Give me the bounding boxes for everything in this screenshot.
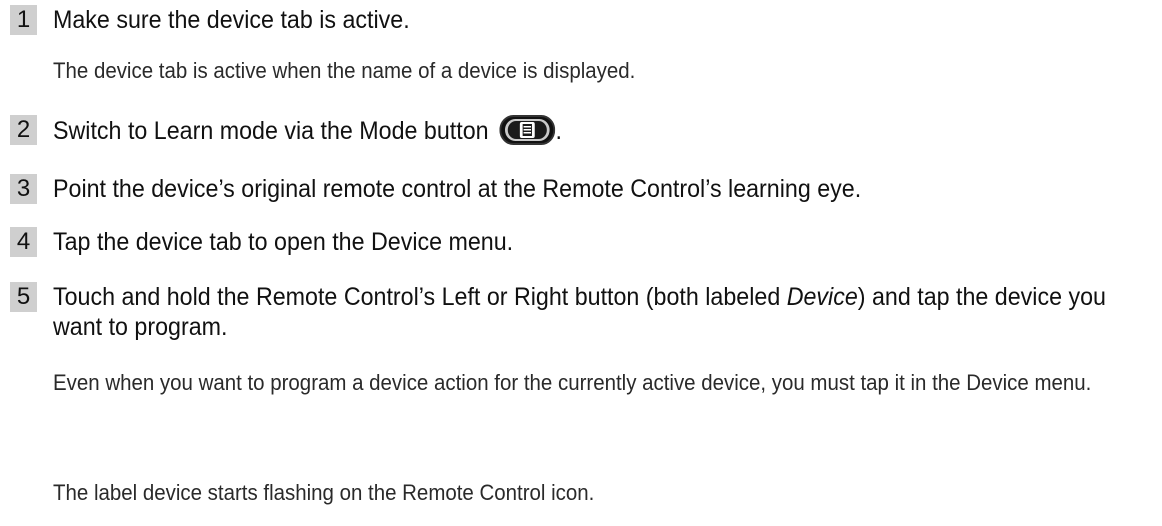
step-text: Tap the device tab to open the Device me… (53, 228, 514, 256)
step-text: Switch to Learn mode via the Mode button… (53, 115, 562, 152)
step-4: 4 Tap the device tab to open the Device … (10, 227, 548, 257)
step-5-text-emphasis: Device (786, 283, 858, 311)
mode-button-icon (499, 115, 556, 152)
step-5-note-2: The label device starts flashing on the … (53, 480, 595, 505)
step-number: 2 (10, 115, 37, 145)
step-text: Make sure the device tab is active. (53, 6, 410, 34)
step-3: 3 Point the device’s original remote con… (10, 174, 922, 204)
step-5-text-before: Touch and hold the Remote Control’s Left… (53, 283, 787, 311)
step-2-suffix: . (555, 117, 562, 145)
step-number: 4 (10, 227, 37, 257)
step-1-note: The device tab is active when the name o… (53, 58, 636, 83)
step-2-label: Switch to Learn mode via the Mode button (53, 117, 489, 145)
step-2: 2 Switch to Learn mode via the Mode butt… (10, 115, 600, 152)
step-1: 1 Make sure the device tab is active. (10, 5, 437, 35)
step-text: Touch and hold the Remote Control’s Left… (53, 282, 1132, 342)
step-5-note-1: Even when you want to program a device a… (53, 370, 1092, 395)
step-number: 5 (10, 282, 37, 312)
step-text: Point the device’s original remote contr… (53, 175, 862, 203)
step-number: 1 (10, 5, 37, 35)
step-5: 5 Touch and hold the Remote Control’s Le… (10, 282, 1162, 342)
step-number: 3 (10, 174, 37, 204)
